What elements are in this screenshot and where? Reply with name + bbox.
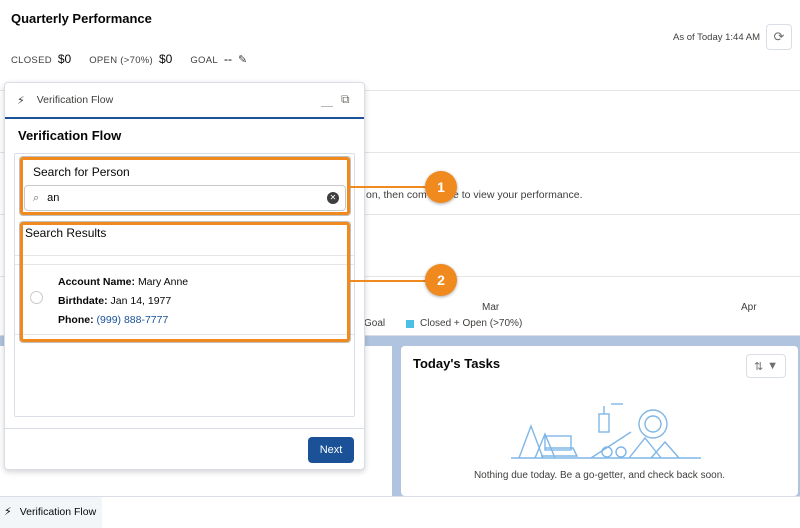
callout-connector-1	[350, 186, 430, 188]
tasks-title: Today's Tasks	[413, 356, 501, 371]
popout-icon[interactable]: ⧉	[341, 92, 350, 107]
utility-item-label: Verification Flow	[19, 505, 97, 518]
chart-message[interactable]: on, then com k here to view your perform…	[366, 189, 583, 201]
legend-closed-open-label: Closed + Open (>70%)	[420, 318, 523, 329]
goal-value: --	[223, 52, 232, 66]
empty-tasks-illustration	[511, 403, 701, 459]
panel-header-title: Verification Flow	[36, 94, 114, 106]
tasks-empty-message: Nothing due today. Be a go-getter, and c…	[473, 470, 726, 481]
minimize-icon[interactable]: ＿	[321, 92, 333, 109]
as-of-timestamp: As of Today 1:44 AM	[673, 32, 760, 43]
callout-highlight-2	[20, 222, 350, 342]
legend-closed-open: Closed + Open (>70%)	[406, 318, 522, 329]
x-tick-label: Apr	[741, 302, 757, 313]
callout-badge-2: 2	[425, 264, 457, 296]
goal-label: GOAL	[190, 55, 218, 66]
todays-tasks-card: Today's Tasks ⇅ ▼ Nothing due today. Be …	[401, 346, 798, 496]
performance-title: Quarterly Performance	[11, 11, 152, 26]
lightning-icon: ⚡︎	[17, 94, 25, 107]
open-value: $0	[159, 52, 173, 66]
flow-title: Verification Flow	[18, 128, 122, 143]
edit-goal-icon[interactable]: ✎	[238, 53, 247, 66]
sort-icon: ⇅	[753, 360, 764, 373]
open-label: OPEN (>70%)	[89, 55, 153, 66]
callout-badge-1: 1	[425, 171, 457, 203]
callout-highlight-1	[20, 157, 350, 215]
lightning-icon: ⚡︎	[4, 506, 12, 518]
refresh-button[interactable]: ⟳	[766, 24, 792, 50]
utility-bar: ⚡︎ Verification Flow	[0, 496, 800, 528]
legend-goal-label: Goal	[364, 318, 386, 329]
callout-connector-2	[350, 280, 430, 282]
utility-item-verification-flow[interactable]: ⚡︎ Verification Flow	[0, 497, 102, 528]
panel-header: ⚡︎ Verification Flow ＿ ⧉	[5, 83, 364, 119]
panel-footer-divider	[5, 428, 364, 429]
closed-label: CLOSED	[11, 55, 52, 66]
next-button[interactable]: Next	[308, 437, 354, 463]
x-tick-label: Mar	[482, 302, 500, 313]
tasks-sort-button[interactable]: ⇅ ▼	[746, 354, 786, 378]
refresh-icon: ⟳	[773, 29, 785, 44]
closed-value: $0	[57, 52, 72, 66]
chevron-down-icon: ▼	[767, 360, 779, 372]
legend-goal: Goal	[364, 318, 385, 329]
legend-swatch	[406, 319, 414, 328]
performance-stats: CLOSED $0 OPEN (>70%) $0 GOAL -- ✎	[11, 52, 247, 66]
